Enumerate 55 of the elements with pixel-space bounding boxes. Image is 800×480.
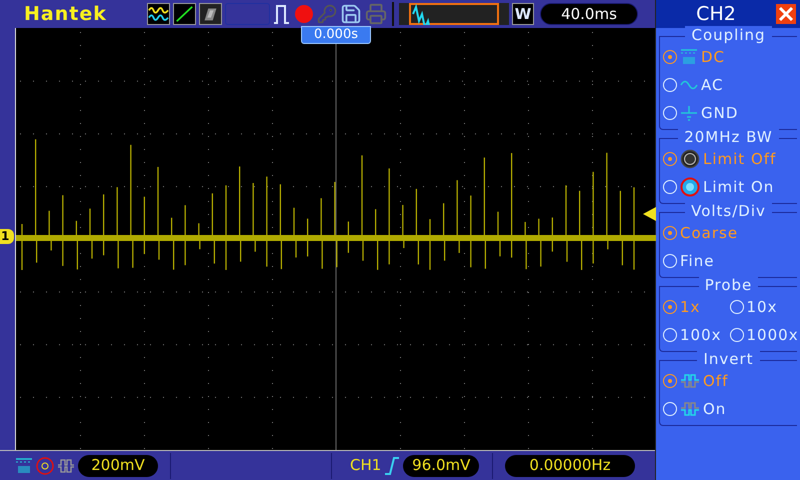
option-label: Off [703, 370, 728, 392]
bandwidth-limit-icon [680, 177, 700, 197]
option-label: 100x [680, 324, 722, 346]
channel-marker: 1 [0, 229, 14, 244]
option-label: Fine [680, 250, 714, 272]
option-label: GND [701, 102, 738, 124]
brand-logo: Hantek [24, 2, 108, 27]
option-label: 1x [680, 296, 700, 318]
square-wave-icon [680, 401, 700, 417]
radio-option[interactable]: 10x [730, 293, 799, 321]
option-label: DC [701, 46, 726, 68]
rising-edge-icon [384, 456, 400, 476]
square-wave-icon [680, 373, 700, 389]
bandwidth-off-icon [680, 149, 700, 169]
option-label: 10x [746, 296, 778, 318]
radio-option[interactable]: AC [663, 71, 797, 99]
radio-option[interactable]: GND [663, 99, 797, 127]
timebase-display: 40.0ms [540, 3, 638, 25]
timeline-overview[interactable] [399, 3, 509, 25]
dc-coupling-icon [15, 456, 33, 474]
option-label: 1000x [746, 324, 799, 346]
volts-per-div-display: 200mV [78, 454, 158, 476]
radio-option[interactable]: Off [663, 367, 797, 395]
radio-option[interactable]: Limit On [663, 173, 797, 201]
waveform-icon[interactable] [147, 3, 170, 25]
section-title: Coupling [685, 26, 772, 44]
option-label: Limit Off [703, 148, 776, 170]
window-button[interactable]: W [512, 3, 534, 25]
radio-option[interactable]: 100x [663, 321, 722, 349]
save-icon[interactable] [340, 3, 362, 25]
radio-option[interactable]: Coarse [663, 219, 797, 247]
radio-option[interactable]: Fine [663, 247, 797, 275]
line-icon[interactable] [173, 3, 196, 25]
option-label: Coarse [680, 222, 738, 244]
option-label: Limit On [703, 176, 774, 198]
pulse-icon[interactable] [273, 3, 291, 25]
panel-title: CH2 [695, 2, 737, 27]
trigger-level-display: 96.0mV [403, 454, 480, 476]
bandwidth-limit-icon [36, 456, 54, 474]
trigger-position-marker: 0.000s [301, 26, 371, 44]
radio-option[interactable]: Limit Off [663, 145, 797, 173]
option-label: On [703, 398, 726, 420]
square-wave-icon [57, 458, 75, 472]
close-icon[interactable] [776, 4, 796, 24]
radio-option[interactable]: 1x [663, 293, 722, 321]
option-label: AC [701, 74, 724, 96]
radio-option[interactable]: DC [663, 43, 797, 71]
section-title: Volts/Div [685, 202, 772, 220]
radio-option[interactable]: 1000x [730, 321, 799, 349]
persistence-icon[interactable] [199, 3, 222, 25]
dc-coupling-icon [680, 48, 698, 66]
frequency-display: 0.00000Hz [505, 454, 635, 476]
trigger-source: CH1 [350, 455, 382, 476]
radio-option[interactable]: On [663, 395, 797, 423]
ground-icon [680, 104, 698, 122]
